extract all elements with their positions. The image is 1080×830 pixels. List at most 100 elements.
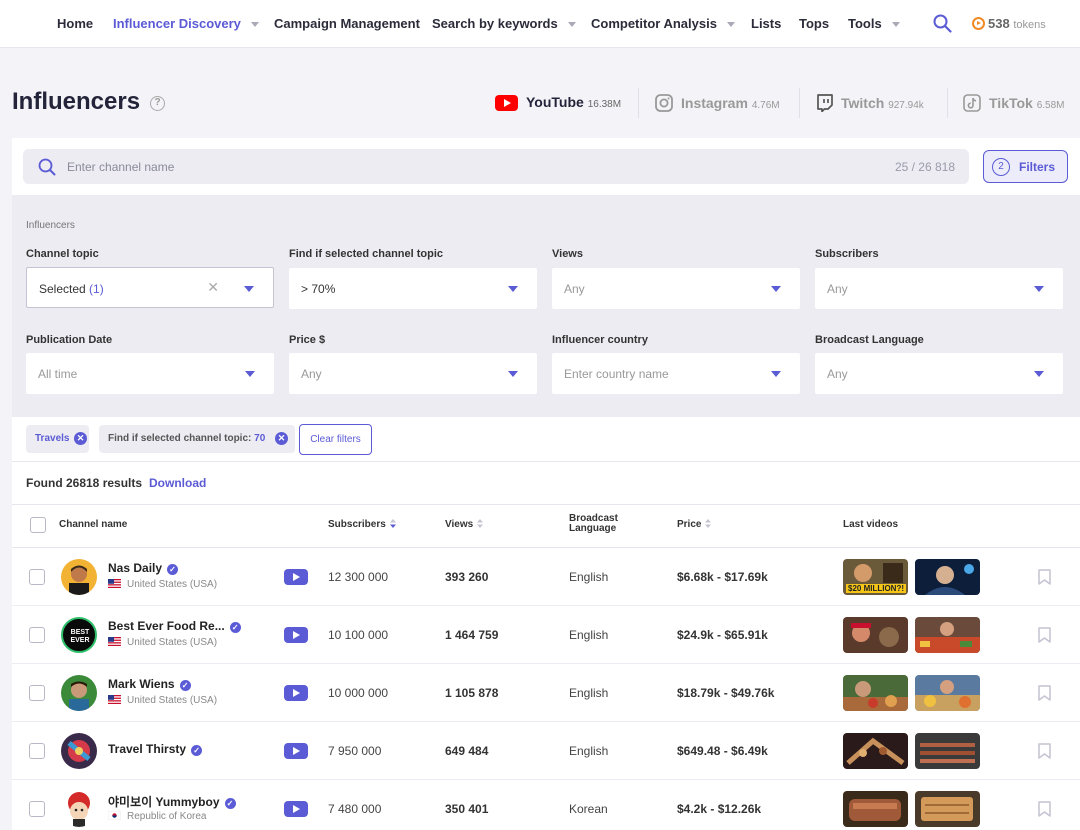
influencers-panel: Enter channel name 25 / 26 818 2 Filters… <box>12 138 1080 830</box>
youtube-play-icon[interactable] <box>284 627 308 643</box>
views-value: 1 105 878 <box>445 686 499 700</box>
platform-tab-twitch[interactable]: Twitch 927.94k <box>816 94 924 112</box>
bookmark-icon[interactable] <box>1038 685 1051 701</box>
divider <box>12 461 1080 462</box>
table-row[interactable]: BEST EVER Best Ever Food Re... ✓ United S… <box>12 606 1080 664</box>
filter-chip-label: Find if selected channel topic: 70 <box>108 433 265 444</box>
play-coin-icon <box>972 17 985 30</box>
tokens-balance[interactable]: 538 tokens <box>972 16 1046 31</box>
divider <box>947 88 948 118</box>
platform-tab-tiktok[interactable]: TikTok 6.58M <box>963 94 1065 112</box>
row-checkbox[interactable] <box>29 801 45 817</box>
table-row[interactable]: Mark Wiens ✓ United States (USA) 10 000 0… <box>12 664 1080 722</box>
clear-icon[interactable]: ✕ <box>207 279 219 296</box>
column-header-views-label: Views <box>445 519 474 530</box>
price-select[interactable]: Any <box>289 353 537 394</box>
search-placeholder: Enter channel name <box>67 160 175 174</box>
nav-lists[interactable]: Lists <box>751 16 781 31</box>
video-thumbnail[interactable] <box>915 675 980 711</box>
language-label: Broadcast Language <box>815 334 924 346</box>
search-icon[interactable] <box>933 14 952 33</box>
platform-count: 4.76M <box>751 100 780 111</box>
channel-name[interactable]: 야미보이 Yummyboy ✓ <box>108 793 236 810</box>
video-thumbnail[interactable] <box>915 617 980 653</box>
row-checkbox[interactable] <box>29 685 45 701</box>
platform-count: 16.38M <box>587 99 622 110</box>
country-select[interactable]: Enter country name <box>552 353 800 394</box>
nav-home[interactable]: Home <box>57 16 93 31</box>
views-select[interactable]: Any <box>552 268 800 309</box>
table-row[interactable]: Travel Thirsty ✓ 7 950 000 649 484 Englis… <box>12 722 1080 780</box>
nav-search-by-keywords[interactable]: Search by keywords <box>432 16 576 31</box>
nav-competitor-analysis[interactable]: Competitor Analysis <box>591 16 735 31</box>
table-row[interactable]: Nas Daily ✓ United States (USA) 12 300 00… <box>12 548 1080 606</box>
avatar[interactable] <box>61 733 97 769</box>
channel-topic-select[interactable]: Selected (1) ✕ <box>26 267 274 308</box>
avatar[interactable] <box>61 675 97 711</box>
avatar[interactable] <box>61 791 97 827</box>
column-header-views[interactable]: Views <box>445 519 484 530</box>
price-value: Any <box>301 367 322 381</box>
nav-campaign-management[interactable]: Campaign Management <box>274 16 420 31</box>
clear-filters-button[interactable]: Clear filters <box>299 424 372 455</box>
video-thumbnail[interactable] <box>843 675 908 711</box>
nav-tools-label: Tools <box>848 16 882 31</box>
filters-button[interactable]: 2 Filters <box>983 150 1068 183</box>
nav-influencer-discovery[interactable]: Influencer Discovery <box>113 16 259 31</box>
publication-date-select[interactable]: All time <box>26 353 274 394</box>
bookmark-icon[interactable] <box>1038 743 1051 759</box>
search-input[interactable]: Enter channel name 25 / 26 818 <box>23 149 969 184</box>
channel-name[interactable]: Mark Wiens ✓ <box>108 677 191 691</box>
language-select[interactable]: Any <box>815 353 1063 394</box>
video-thumbnail[interactable] <box>843 617 908 653</box>
select-all-checkbox[interactable] <box>30 517 46 533</box>
platform-tab-youtube[interactable]: YouTube 16.38M <box>495 94 621 111</box>
row-checkbox[interactable] <box>29 743 45 759</box>
download-link[interactable]: Download <box>149 476 206 490</box>
channel-name[interactable]: Best Ever Food Re... ✓ <box>108 619 241 633</box>
table-row[interactable]: 야미보이 Yummyboy ✓ Republic of Korea 7 480 0… <box>12 780 1080 830</box>
publication-date-label: Publication Date <box>26 334 113 346</box>
video-thumbnail[interactable] <box>915 559 980 595</box>
twitch-icon <box>817 94 833 112</box>
price-label: Price $ <box>289 334 326 346</box>
subscribers-select[interactable]: Any <box>815 268 1063 309</box>
video-thumbnail[interactable] <box>843 733 908 769</box>
help-icon[interactable]: ? <box>150 96 165 111</box>
channel-country-text: Republic of Korea <box>127 811 207 822</box>
remove-icon[interactable]: ✕ <box>74 432 87 445</box>
youtube-play-icon[interactable] <box>284 685 308 701</box>
channel-topic-label: Channel topic <box>26 248 99 260</box>
platform-tab-instagram[interactable]: Instagram 4.76M <box>655 94 780 112</box>
video-thumbnail[interactable] <box>843 791 908 827</box>
bookmark-icon[interactable] <box>1038 627 1051 643</box>
column-header-price[interactable]: Price <box>677 519 712 530</box>
channel-topic-value: Selected (1) <box>39 282 104 296</box>
tokens-count: 538 <box>988 16 1010 31</box>
video-thumbnail[interactable]: $20 MILLION?! <box>843 559 908 595</box>
youtube-play-icon[interactable] <box>284 743 308 759</box>
filter-chip-value: 70 <box>254 433 266 444</box>
avatar[interactable]: BEST EVER <box>61 617 97 653</box>
find-topic-select[interactable]: > 70% <box>289 268 537 309</box>
divider <box>638 88 639 118</box>
nav-tools[interactable]: Tools <box>848 16 900 31</box>
bookmark-icon[interactable] <box>1038 801 1051 817</box>
youtube-play-icon[interactable] <box>284 569 308 585</box>
channel-name[interactable]: Travel Thirsty ✓ <box>108 742 203 756</box>
bookmark-icon[interactable] <box>1038 569 1051 585</box>
channel-name[interactable]: Nas Daily ✓ <box>108 561 179 575</box>
video-thumbnail[interactable] <box>915 791 980 827</box>
subscribers-value: 10 000 000 <box>328 686 389 700</box>
platform-count: 927.94k <box>888 100 924 111</box>
column-header-subscribers[interactable]: Subscribers <box>328 519 396 530</box>
video-thumbnail[interactable] <box>915 733 980 769</box>
remove-icon[interactable]: ✕ <box>275 432 288 445</box>
nav-tops[interactable]: Tops <box>799 16 829 31</box>
subscribers-value: 7 480 000 <box>328 802 382 816</box>
row-checkbox[interactable] <box>29 627 45 643</box>
youtube-play-icon[interactable] <box>284 801 308 817</box>
avatar[interactable] <box>61 559 97 595</box>
row-checkbox[interactable] <box>29 569 45 585</box>
channel-name-text: Mark Wiens <box>108 677 175 691</box>
